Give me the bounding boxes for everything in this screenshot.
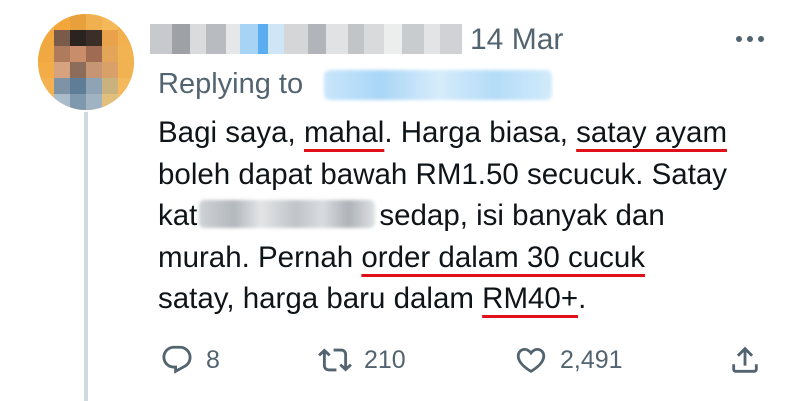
avatar-pixel [102,14,118,30]
replying-to-label: Replying to [158,68,304,100]
avatar-pixel [38,46,54,62]
text-segment: sedap, isi banyak dan [379,199,665,232]
retweet-icon [318,343,352,377]
reply-icon [160,343,194,377]
avatar-pixel [54,46,70,62]
name-pixel [308,24,326,54]
avatar-pixel [118,62,134,78]
name-pixel [240,24,258,54]
avatar-pixel [54,30,70,46]
avatar[interactable] [38,14,134,110]
underlined-text: order dalam 30 cucuk [361,240,646,274]
avatar-pixel [118,94,134,110]
name-pixel [424,24,440,54]
reply-count: 8 [206,346,220,374]
avatar-pixel [86,94,102,110]
text-line: murah. Pernah order dalam 30 cucuk [158,237,788,279]
more-horizontal-icon[interactable] [730,24,770,54]
text-line: boleh dapat bawah RM1.50 secucuk. Satay [158,154,788,196]
text-segment: . [578,282,587,315]
share-icon [728,343,762,377]
name-pixel [206,24,226,54]
text-segment: murah. Pernah [158,240,362,274]
like-count: 2,491 [560,346,623,374]
heart-icon [514,343,548,377]
avatar-pixel [118,46,134,62]
avatar-pixel [38,94,54,110]
name-pixel [440,24,462,54]
name-pixel [364,24,384,54]
text-segment: . Harga biasa, [384,116,577,149]
retweet-count: 210 [364,346,406,374]
text-line: kat sedap, isi banyak dan [158,195,788,237]
avatar-pixel [86,30,102,46]
name-pixel [268,24,284,54]
name-pixel [150,24,172,54]
name-pixel [402,24,424,54]
avatar-pixel [70,78,86,94]
name-pixel [226,24,240,54]
name-pixel [326,24,348,54]
avatar-pixel [118,14,134,30]
avatar-pixel [70,46,86,62]
action-bar: 8 210 2,491 [0,338,800,382]
avatar-pixel [118,30,134,46]
redacted-place-name [199,200,376,229]
avatar-pixel [102,62,118,78]
avatar-pixel [38,78,54,94]
avatar-pixel [86,78,102,94]
name-pixel [190,24,206,54]
avatar-pixel [70,30,86,46]
like-button[interactable]: 2,491 [514,338,623,382]
name-pixel [384,24,402,54]
avatar-pixel [38,14,54,30]
display-name-redacted[interactable] [150,24,462,54]
avatar-pixel [102,46,118,62]
tweet-date[interactable]: 14 Mar [470,22,563,58]
avatar-pixel [54,62,70,78]
avatar-pixel [86,62,102,78]
retweet-button[interactable]: 210 [318,338,406,382]
text-segment: Bagi saya, [158,116,304,149]
text-segment: kat [158,199,198,232]
avatar-pixel [70,62,86,78]
avatar-pixel [86,46,102,62]
underlined-text: mahal [303,116,385,149]
avatar-pixel [54,78,70,94]
underlined-text: RM40+ [482,282,579,315]
name-pixel [348,24,364,54]
underlined-text: satay ayam [576,116,728,149]
avatar-pixel [54,94,70,110]
avatar-pixel [102,78,118,94]
avatar-pixel [38,62,54,78]
text-line: Bagi saya, mahal. Harga biasa, satay aya… [158,112,788,154]
text-line: satay, harga baru dalam RM40+. [158,278,788,320]
tweet[interactable]: 14 Mar Replying to Bagi saya, mahal. Har… [0,0,800,401]
avatar-pixel [102,30,118,46]
text-segment: boleh dapat bawah RM1.50 secucuk. Satay [158,157,728,191]
share-button[interactable] [728,338,762,382]
replying-to-handle-redacted[interactable] [324,70,552,100]
avatar-pixel [118,78,134,94]
reply-button[interactable]: 8 [160,338,220,382]
name-pixel [284,24,308,54]
avatar-pixel [70,14,86,30]
tweet-text: Bagi saya, mahal. Harga biasa, satay aya… [158,112,788,320]
avatar-pixel [54,14,70,30]
name-pixel [258,24,268,54]
avatar-pixel [38,30,54,46]
name-pixel [172,24,190,54]
avatar-pixel [70,94,86,110]
avatar-pixel [102,94,118,110]
text-segment: satay, harga baru dalam [158,282,483,315]
avatar-pixel [86,14,102,30]
